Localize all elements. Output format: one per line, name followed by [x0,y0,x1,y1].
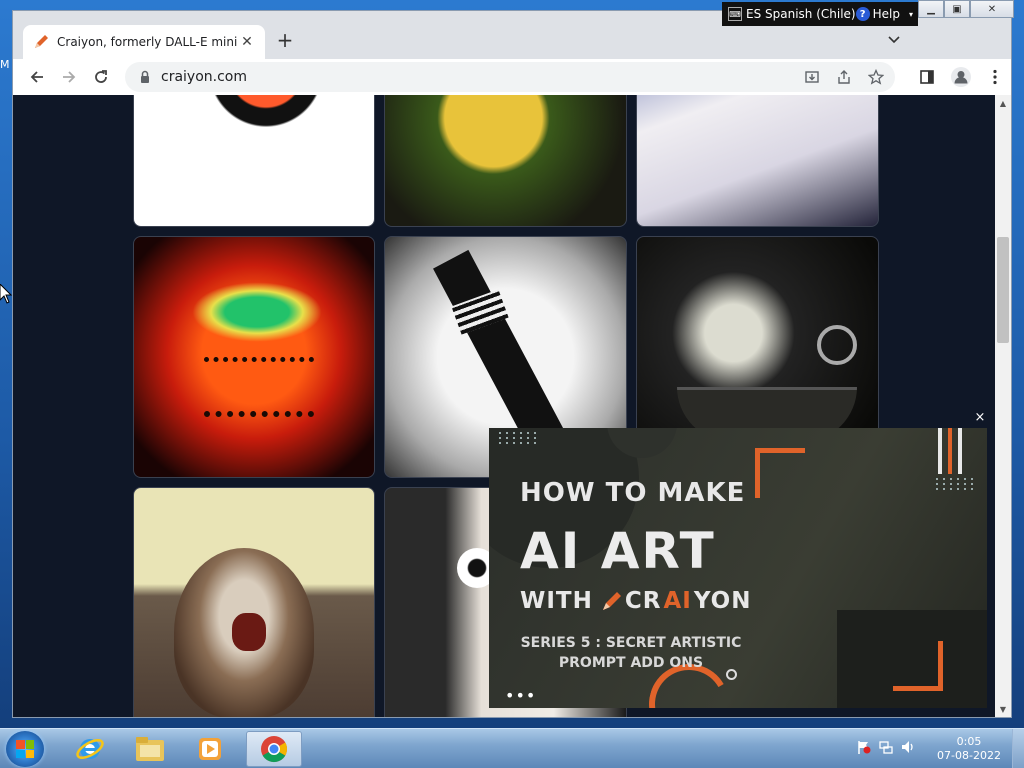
image-artwork [192,282,322,342]
stripe-decoration-icon [938,428,962,474]
generated-image-2[interactable] [384,95,627,227]
scrollbar-thumb[interactable] [997,237,1009,343]
help-label: Help [872,7,900,21]
dot-pattern-icon [936,478,975,490]
desktop-edge-text: M [0,58,10,71]
video-subtitle-line1: SERIES 5 : SECRET ARTISTIC [520,635,742,651]
url-text[interactable]: craiyon.com [161,69,247,85]
install-app-icon[interactable] [799,65,825,89]
mouse-cursor-icon [0,284,12,304]
image-artwork [232,613,266,651]
menu-button[interactable] [979,63,1011,91]
new-tab-button[interactable]: + [275,30,295,51]
language-bar[interactable]: ⌨ ES Spanish (Chile) ? Help ▾ [722,2,918,26]
bookmark-star-icon[interactable] [863,65,889,89]
window-controls: ▁ ▣ ✕ [918,0,1014,20]
minimize-icon: ▁ [927,3,935,15]
image-artwork [204,357,314,417]
close-icon: ✕ [987,3,997,15]
language-label[interactable]: ES Spanish (Chile) [746,7,856,21]
language-bar-options-icon[interactable]: ▾ [904,10,918,19]
scroll-up-arrow-icon[interactable]: ▲ [995,95,1011,111]
tab-search-button[interactable] [885,33,903,49]
brand-part-1: CR [624,588,662,614]
generated-image-3[interactable] [636,95,879,227]
windows-logo-icon [16,740,34,758]
side-panel-button[interactable] [911,63,943,91]
generated-image-7[interactable] [133,487,375,717]
floating-video-player[interactable]: HOW TO MAKE AI ART WITH CR AI YON SERIES 5… [489,428,987,708]
back-button[interactable] [21,63,53,91]
taskbar: 0:05 07-08-2022 [0,728,1024,768]
generated-image-4[interactable] [133,236,375,478]
address-bar-actions [799,65,895,89]
reload-icon [95,70,107,83]
system-clock[interactable]: 0:05 07-08-2022 [936,735,1002,763]
generated-image-1[interactable] [133,95,375,227]
back-icon [30,71,43,83]
taskbar-media-player[interactable] [182,731,238,767]
video-subtitle-line2: PROMPT ADD ONS [558,655,704,671]
more-options-icon[interactable]: ••• [505,686,536,705]
start-button[interactable] [6,731,44,767]
image-artwork [817,325,857,365]
maximize-button[interactable]: ▣ [944,0,970,18]
video-subtitle: SERIES 5 : SECRET ARTISTIC PROMPT ADD ON… [509,633,753,673]
forward-button[interactable] [53,63,85,91]
file-explorer-icon [136,737,164,761]
video-title-with: WITH [520,588,593,614]
craiyon-favicon-icon [35,35,48,48]
clock-time: 0:05 [956,735,982,748]
internet-explorer-icon [76,739,104,759]
video-title-line3: WITH CR AI YON [520,588,751,614]
scroll-down-arrow-icon[interactable]: ▼ [995,701,1011,717]
brand-part-2: AI [663,588,692,614]
reload-button[interactable] [85,63,117,91]
taskbar-internet-explorer[interactable] [62,731,118,767]
craiyon-logo: CR AI YON [601,588,752,614]
help-icon: ? [855,7,870,21]
taskbar-file-explorer[interactable] [122,731,178,767]
brand-part-3: YON [693,588,752,614]
address-bar[interactable]: craiyon.com [125,62,895,92]
keyboard-icon: ⌨ [728,7,742,21]
image-artwork [433,249,567,455]
corner-bracket-icon [893,641,943,691]
circle-decoration-icon [726,669,737,680]
dot-pattern-icon [499,432,538,444]
tab-close-icon[interactable]: ✕ [239,34,255,50]
media-player-icon [199,738,221,760]
restore-icon: ▣ [952,3,962,15]
share-icon[interactable] [831,65,857,89]
side-panel-icon [920,70,934,84]
pencil-icon [602,592,621,610]
video-title-line2: AI ART [520,522,716,580]
page-scrollbar[interactable]: ▲ ▼ [995,95,1011,717]
browser-tab[interactable]: Craiyon, formerly DALL-E mini ✕ [23,25,265,59]
video-close-button[interactable]: × [973,411,987,425]
profile-button[interactable] [951,67,971,87]
chrome-icon [261,736,288,763]
minimize-button[interactable]: ▁ [918,0,944,18]
network-icon[interactable] [878,739,894,755]
clock-date: 07-08-2022 [937,749,1001,762]
profile-icon [954,71,968,84]
action-center-flag-icon[interactable] [856,739,872,755]
chevron-down-icon [888,36,900,44]
browser-toolbar: craiyon.com [13,59,1011,95]
toolbar-right [911,63,1011,91]
video-title-line1: HOW TO MAKE [520,478,746,508]
taskbar-chrome[interactable] [246,731,302,767]
system-tray [856,739,916,755]
menu-icon [993,69,997,85]
volume-icon[interactable] [900,739,916,755]
help-button[interactable]: ? Help [855,7,900,21]
corner-bracket-icon [755,448,805,498]
close-window-button[interactable]: ✕ [970,0,1014,18]
forward-icon [63,71,76,83]
lock-icon[interactable] [137,69,153,85]
tab-title: Craiyon, formerly DALL-E mini [57,35,238,49]
show-desktop-button[interactable] [1012,729,1024,768]
